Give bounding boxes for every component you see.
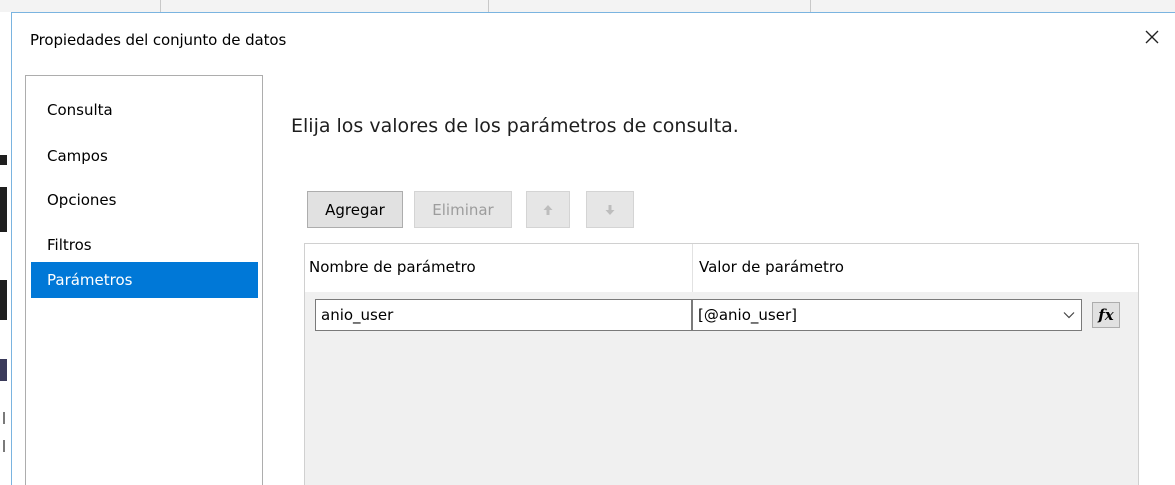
grid-header: Nombre de parámetro Valor de parámetro <box>305 244 1138 292</box>
sidebar-item-consulta[interactable]: Consulta <box>31 92 258 128</box>
background-mark <box>0 187 7 232</box>
sidebar-item-opciones[interactable]: Opciones <box>31 182 258 218</box>
sidebar-item-filtros[interactable]: Filtros <box>31 227 258 263</box>
arrow-up-icon <box>543 204 553 215</box>
sidebar-item-campos[interactable]: Campos <box>31 138 258 174</box>
move-up-button[interactable] <box>526 191 570 228</box>
close-button[interactable] <box>1140 25 1164 49</box>
function-icon: fx <box>1098 306 1114 324</box>
screen: Propiedades del conjunto de datos Consul… <box>0 0 1175 485</box>
parameter-name-text: anio_user <box>321 306 394 324</box>
add-button[interactable]: Agregar <box>307 191 403 228</box>
dataset-properties-dialog: Propiedades del conjunto de datos Consul… <box>11 12 1175 485</box>
page-heading: Elija los valores de los parámetros de c… <box>291 115 739 137</box>
chevron-down-icon[interactable] <box>1063 300 1075 330</box>
delete-button[interactable]: Eliminar <box>414 191 512 228</box>
background-separator <box>810 0 811 12</box>
background-app-left-edge <box>0 12 11 485</box>
column-divider <box>692 244 693 292</box>
background-separator <box>160 0 161 12</box>
parameter-value-text: [@anio_user] <box>698 306 797 324</box>
background-mark <box>3 440 5 452</box>
background-separator <box>488 0 489 12</box>
column-header-value: Valor de parámetro <box>699 258 844 276</box>
move-down-button[interactable] <box>586 191 634 228</box>
close-icon <box>1145 30 1159 44</box>
background-mark <box>3 412 5 424</box>
sidebar-item-parametros[interactable]: Parámetros <box>31 262 258 298</box>
parameter-value-combobox[interactable]: [@anio_user] <box>692 299 1082 331</box>
sidebar-nav: Consulta Campos Opciones Filtros Parámet… <box>25 75 263 485</box>
background-mark <box>0 359 7 381</box>
parameters-grid: Nombre de parámetro Valor de parámetro a… <box>304 243 1139 485</box>
background-mark <box>0 280 7 320</box>
dialog-title: Propiedades del conjunto de datos <box>30 31 287 49</box>
column-header-name: Nombre de parámetro <box>309 258 476 276</box>
parameter-name-field[interactable]: anio_user <box>315 299 692 331</box>
background-mark <box>0 155 7 165</box>
expression-button[interactable]: fx <box>1092 302 1120 328</box>
arrow-down-icon <box>605 204 615 215</box>
